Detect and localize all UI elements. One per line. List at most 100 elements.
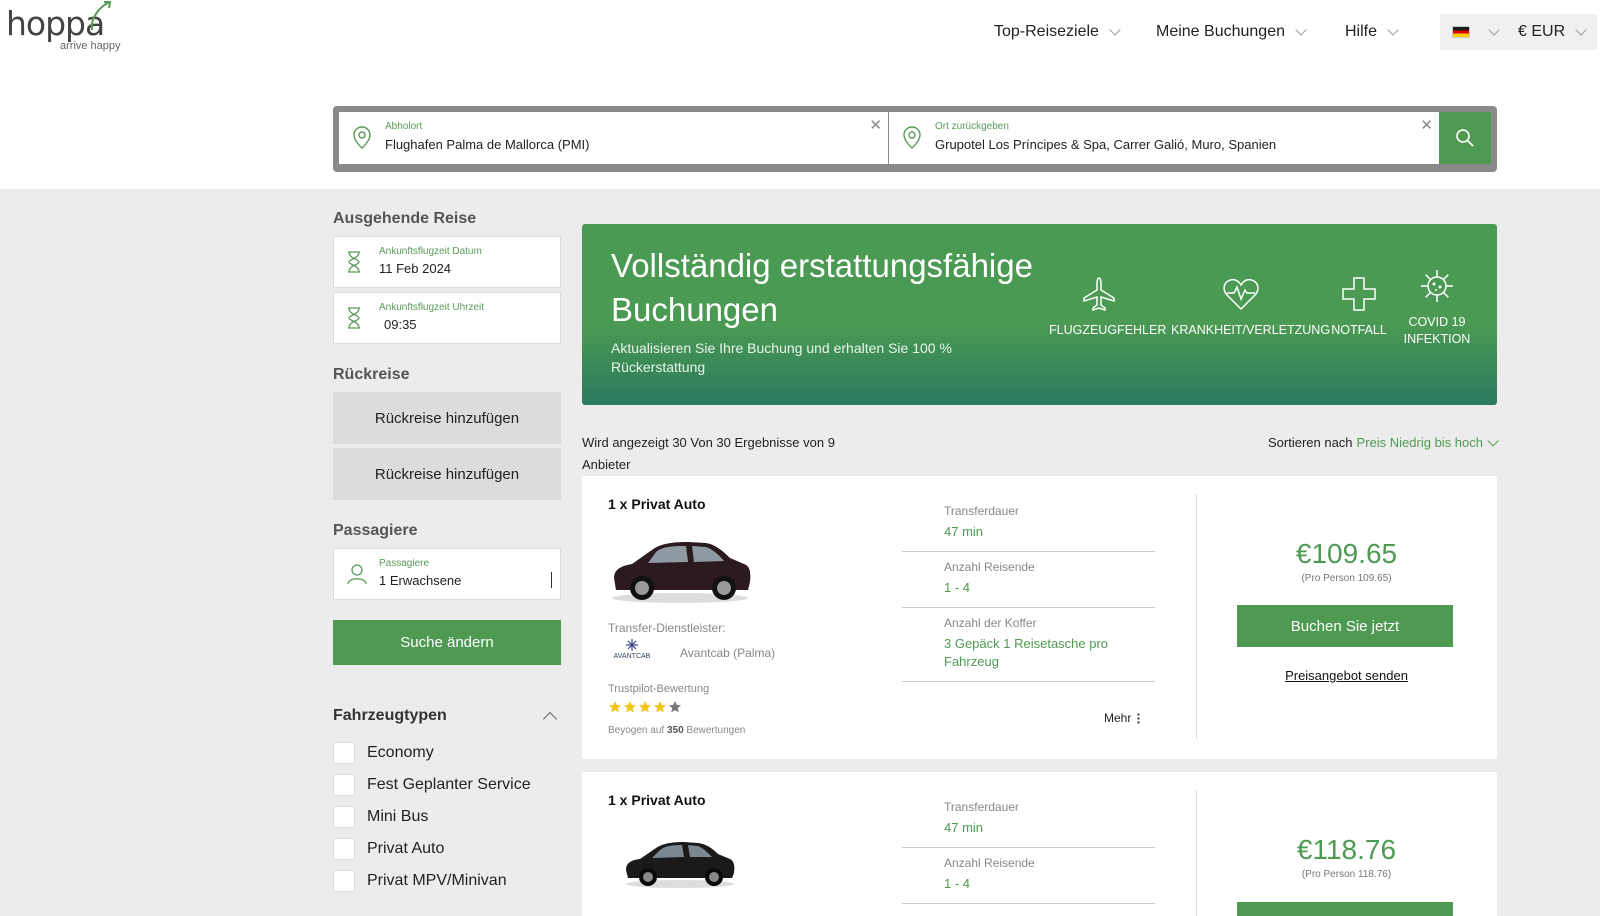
person-icon: [347, 564, 367, 585]
info-list: Transferdauer 47 min Anzahl Reisende 1 -…: [902, 792, 1155, 904]
send-quote-link[interactable]: Preisangebot senden: [1196, 668, 1497, 683]
nav-top-destinations[interactable]: Top-Reiseziele: [994, 18, 1121, 46]
reviews-count: 350: [666, 725, 684, 736]
chevron-down-icon: [1109, 24, 1121, 36]
pickup-value[interactable]: Flughafen Palma de Mallorca (PMI): [385, 137, 589, 152]
chevron-down-icon: [1575, 24, 1587, 36]
price-per-person: (Pro Person 118.76): [1301, 869, 1392, 880]
nav-my-bookings[interactable]: Meine Buchungen: [1156, 18, 1307, 46]
info-value: 3 Gepäck 1 Reisetasche pro Fahrzeug: [944, 636, 1109, 669]
book-now-button[interactable]: [1237, 902, 1453, 916]
checkbox[interactable]: [333, 742, 355, 764]
book-now-button[interactable]: Buchen Sie jetzt: [1237, 605, 1453, 647]
chevron-down-icon: [1487, 435, 1499, 447]
sort-value[interactable]: Preis Niedrig bis hoch: [1357, 432, 1483, 454]
filter-label: Economy: [367, 744, 434, 761]
arrival-time-field[interactable]: Ankunftsflugzeit Uhrzeit 09:35: [333, 292, 561, 344]
chevron-down-icon: [1387, 24, 1399, 36]
star-icon: [669, 701, 681, 713]
pickup-field[interactable]: Abholort Flughafen Palma de Mallorca (PM…: [339, 112, 888, 164]
logo-swoosh-icon: [90, 0, 112, 31]
location-pin-icon: [903, 126, 921, 149]
banner-title: Vollständig erstattungsfähige Buchungen: [611, 247, 1033, 328]
dropdown-marker: [551, 572, 552, 588]
checkbox[interactable]: [333, 806, 355, 828]
card-divider: [1196, 494, 1197, 739]
checkbox[interactable]: [333, 774, 355, 796]
search-bar: Abholort Flughafen Palma de Mallorca (PM…: [333, 106, 1497, 172]
arrival-date-label: Ankunftsflugzeit Datum: [379, 246, 482, 257]
clear-pickup-icon[interactable]: ✕: [869, 116, 882, 134]
hourglass-icon: [348, 251, 360, 273]
filter-label: Fest Geplanter Service: [367, 776, 531, 793]
info-value: 47 min: [944, 820, 984, 835]
nav-help[interactable]: Hilfe: [1345, 18, 1399, 46]
more-button[interactable]: Mehr: [1104, 711, 1141, 725]
results-count-line2: Anbieter: [582, 457, 631, 472]
banner-item-label: COVID 19 INFEKTION: [1403, 315, 1471, 346]
banner-subtitle: Aktualisieren Sie Ihre Buchung und erhal…: [611, 340, 952, 375]
pickup-label: Abholort: [385, 121, 423, 132]
info-key: Transferdauer: [944, 800, 1019, 814]
banner-item-covid: COVID 19 INFEKTION: [1399, 268, 1475, 348]
return-title: Rückreise: [333, 366, 410, 383]
info-list: Transferdauer 47 min Anzahl Reisende 1 -…: [902, 496, 1155, 682]
star-icon: [609, 701, 621, 713]
price-amount: €109.65: [1295, 538, 1398, 569]
add-return-button[interactable]: Rückreise hinzufügen: [333, 392, 561, 444]
chevron-up-icon[interactable]: [542, 711, 558, 727]
clear-return-icon[interactable]: ✕: [1420, 116, 1433, 134]
star-icon: [654, 701, 666, 713]
info-passengers: Anzahl Reisende 1 - 4: [902, 552, 1155, 608]
logo-tagline: arrive happy: [60, 40, 121, 52]
more-dots-icon: [1137, 712, 1141, 724]
info-key: Anzahl Reisende: [944, 856, 1035, 870]
checkbox[interactable]: [333, 870, 355, 892]
arrival-time-label: Ankunftsflugzeit Uhrzeit: [379, 302, 485, 313]
car-image: [612, 542, 751, 603]
return-value[interactable]: Grupotel Los Príncipes & Spa, Carrer Gal…: [935, 137, 1276, 152]
price-block: €109.65 (Pro Person 109.65): [1196, 538, 1497, 584]
vehicle-types-header[interactable]: Fahrzeugtypen: [333, 707, 561, 727]
currency-label: € EUR: [1518, 23, 1566, 40]
currency-selector[interactable]: € EUR: [1506, 14, 1598, 50]
refund-banner: Vollständig erstattungsfähige Buchungen …: [582, 224, 1497, 405]
filter-economy[interactable]: Economy: [333, 737, 561, 769]
chevron-down-icon: [1488, 24, 1500, 36]
star-icon: [639, 701, 651, 713]
search-button[interactable]: [1439, 112, 1491, 164]
info-value: 1 - 4: [944, 580, 971, 595]
passengers-field[interactable]: Passagiere 1 Erwachsene: [333, 548, 561, 600]
add-return-button-2[interactable]: Rückreise hinzufügen: [333, 448, 561, 500]
sort-selector[interactable]: Sortieren nach Preis Niedrig bis hoch: [1268, 432, 1499, 454]
banner-item-emergency: NOTFALL: [1324, 276, 1394, 339]
filter-private-mpv[interactable]: Privat MPV/Minivan: [333, 865, 561, 897]
trustpilot-label: Trustpilot-Bewertung: [608, 683, 710, 695]
info-value: 1 - 4: [944, 876, 971, 891]
location-pin-icon: [353, 126, 371, 149]
results-count-line1: Wird angezeigt 30 Von 30 Ergebnisse von …: [582, 435, 835, 450]
hourglass-icon: [348, 307, 360, 329]
info-key: Anzahl der Koffer: [944, 616, 1037, 630]
filter-label: Privat Auto: [367, 840, 445, 857]
language-selector[interactable]: [1440, 14, 1510, 50]
provider-logo: AVANTCAB: [610, 639, 654, 667]
return-field[interactable]: Ort zurückgeben Grupotel Los Príncipes &…: [889, 112, 1439, 164]
german-flag-icon: [1452, 26, 1470, 38]
airplane-icon: [1083, 277, 1115, 312]
vehicle-title: 1 x Privat Auto: [608, 496, 706, 512]
filter-scheduled-service[interactable]: Fest Geplanter Service: [333, 769, 561, 801]
arrival-date-field[interactable]: Ankunftsflugzeit Datum 11 Feb 2024: [333, 236, 561, 288]
outbound-title: Ausgehende Reise: [333, 210, 477, 227]
banner-item-illness: KRANKHEIT/VERLETZUNG: [1171, 276, 1330, 339]
filter-private-car[interactable]: Privat Auto: [333, 833, 561, 865]
logo[interactable]: hoppa arrive happy: [6, 0, 146, 56]
banner-item-label: FLUGZEUGFEHLER: [1049, 323, 1167, 337]
change-search-button[interactable]: Suche ändern: [333, 620, 561, 665]
virus-icon: [1421, 270, 1453, 302]
info-passengers: Anzahl Reisende 1 - 4: [902, 848, 1155, 904]
checkbox[interactable]: [333, 838, 355, 860]
filter-label: Privat MPV/Minivan: [367, 872, 507, 889]
filter-mini-bus[interactable]: Mini Bus: [333, 801, 561, 833]
more-label: Mehr: [1104, 711, 1132, 725]
